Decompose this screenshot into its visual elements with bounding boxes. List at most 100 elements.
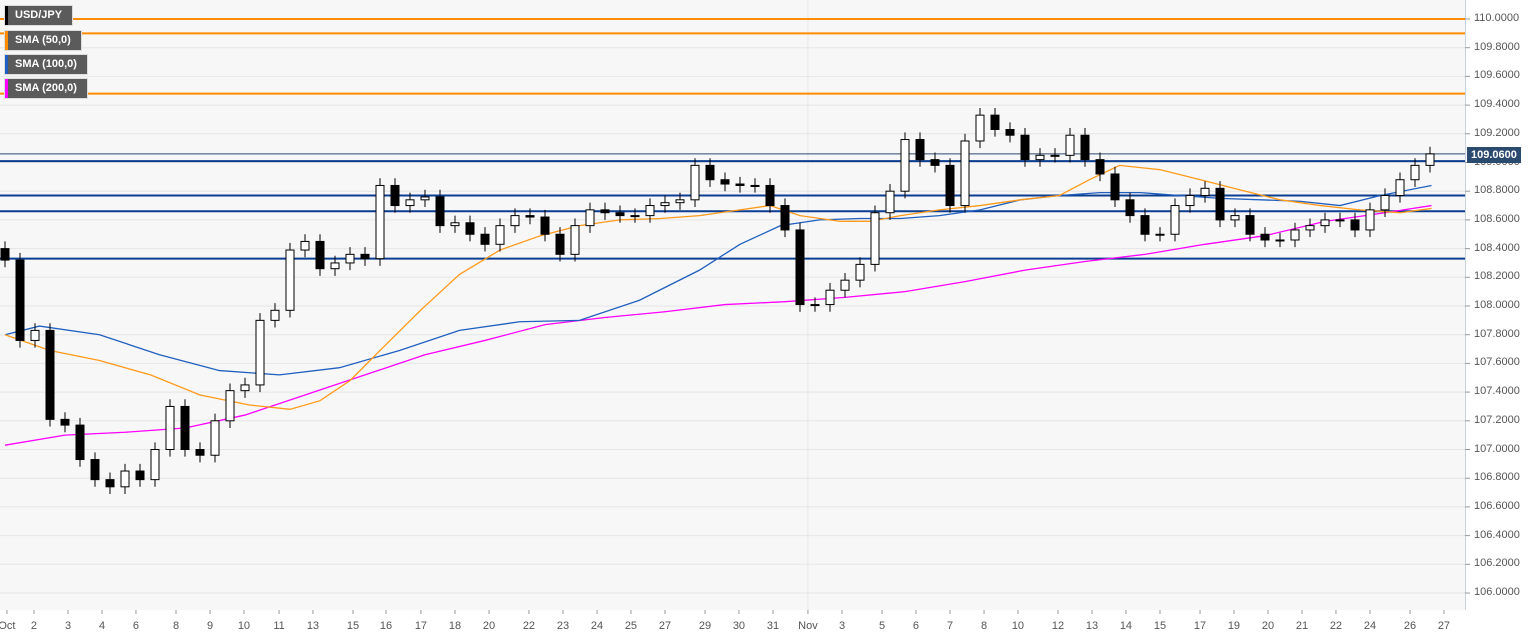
chart-svg — [0, 0, 1470, 614]
candle-down — [15, 259, 25, 341]
candle-up — [1305, 225, 1315, 231]
candle-down — [75, 424, 85, 461]
candle-down — [555, 233, 565, 255]
candle-up — [1425, 153, 1435, 166]
candle-down — [360, 253, 370, 260]
candle-down — [615, 212, 625, 217]
y-tick-label: 110.0000 — [1474, 12, 1520, 24]
candle-down — [180, 405, 190, 451]
candle-up — [225, 390, 235, 422]
candle-up — [450, 222, 460, 227]
candle-up — [1395, 179, 1405, 197]
candle-down — [525, 215, 535, 218]
x-tick-label: 17 — [414, 620, 428, 632]
candle-up — [1410, 164, 1420, 181]
candle-down — [1140, 215, 1150, 235]
candle-down — [915, 139, 925, 161]
candle-up — [165, 405, 175, 451]
y-tick-label: 106.0000 — [1474, 586, 1520, 598]
candle-up — [1320, 219, 1330, 227]
candle-up — [1065, 134, 1075, 156]
candle-up — [285, 249, 295, 311]
y-tick-label: 109.2000 — [1474, 126, 1520, 139]
candle-down — [1125, 199, 1135, 217]
x-tick-label: 9 — [206, 620, 214, 632]
y-tick-label: 107.8000 — [1474, 327, 1520, 340]
x-tick-label: 23 — [556, 620, 570, 632]
legend-sma100[interactable]: SMA (100,0) — [4, 54, 88, 75]
candle-up — [1170, 205, 1180, 235]
candle-down — [45, 329, 55, 420]
y-tick-label: 107.4000 — [1474, 385, 1520, 398]
x-tick-label: 21 — [1295, 620, 1309, 632]
candle-up — [30, 329, 40, 341]
x-tick-label: Nov — [798, 620, 818, 632]
candle-down — [600, 209, 610, 214]
x-tick-label: 15 — [1153, 620, 1167, 632]
legend-label: USD/JPY — [15, 9, 63, 21]
candle-up — [975, 114, 985, 142]
x-tick-label: 10 — [237, 620, 251, 632]
x-tick-label: 27 — [658, 620, 672, 632]
candle-up — [420, 196, 430, 201]
x-tick-label: 20 — [1261, 620, 1275, 632]
x-tick-label: 17 — [1193, 620, 1207, 632]
x-tick-label: 12 — [1051, 620, 1065, 632]
x-tick-label: 20 — [482, 620, 496, 632]
legend-label: SMA (200,0) — [15, 82, 77, 94]
x-tick-label: 3 — [64, 620, 72, 632]
x-tick-label: 18 — [448, 620, 462, 632]
x-tick-label: 15 — [346, 620, 360, 632]
y-tick-label: 109.8000 — [1474, 40, 1520, 53]
x-tick-label: 25 — [624, 620, 638, 632]
legend-usdjpy[interactable]: USD/JPY — [4, 5, 74, 26]
candle-up — [1335, 219, 1345, 222]
y-tick-label: 106.2000 — [1474, 557, 1520, 570]
candle-up — [900, 139, 910, 192]
candle-down — [705, 164, 715, 181]
sma200-line — [4, 204, 1432, 446]
x-tick-label: 13 — [1085, 620, 1099, 632]
candle-down — [1095, 159, 1105, 175]
x-tick-label: 22 — [1329, 620, 1343, 632]
candle-down — [1020, 134, 1030, 161]
candle-down — [480, 233, 490, 245]
candle-down — [720, 179, 730, 185]
x-tick-label: 16 — [379, 620, 393, 632]
candle-down — [105, 479, 115, 488]
candle-down — [390, 184, 400, 207]
legend-sma200[interactable]: SMA (200,0) — [4, 78, 88, 99]
x-tick-label: 31 — [766, 620, 780, 632]
x-tick-label: 19 — [1227, 620, 1241, 632]
candle-up — [375, 184, 385, 260]
candle-up — [270, 309, 280, 321]
candle-down — [195, 449, 205, 456]
y-tick-label: 108.6000 — [1474, 212, 1520, 225]
candle-down — [135, 470, 145, 481]
candle-up — [585, 209, 595, 227]
candle-up — [855, 263, 865, 281]
x-tick-label: 24 — [1363, 620, 1377, 632]
candle-down — [1260, 233, 1270, 241]
candle-up — [690, 164, 700, 201]
candle-up — [885, 190, 895, 214]
y-tick-label: 107.6000 — [1474, 356, 1520, 369]
x-tick-label: 30 — [732, 620, 746, 632]
legend-sma50[interactable]: SMA (50,0) — [4, 30, 82, 51]
x-tick-label: 29 — [698, 620, 712, 632]
candle-down — [1110, 173, 1120, 201]
candle-up — [495, 225, 505, 245]
x-tick-label: 27 — [1437, 620, 1451, 632]
y-tick-label: 106.8000 — [1474, 471, 1520, 484]
x-tick-label: 6 — [132, 620, 139, 632]
candle-down — [930, 159, 940, 166]
legend-label: SMA (50,0) — [15, 34, 71, 46]
candle-down — [0, 248, 10, 261]
y-tick-label: 108.4000 — [1474, 241, 1520, 254]
candle-up — [960, 140, 970, 207]
current-price-label: 109.0600 — [1467, 147, 1521, 163]
x-tick-label: 24 — [590, 620, 604, 632]
candle-up — [750, 184, 760, 187]
candle-up — [660, 202, 670, 207]
y-tick-label: 107.0000 — [1474, 442, 1520, 455]
